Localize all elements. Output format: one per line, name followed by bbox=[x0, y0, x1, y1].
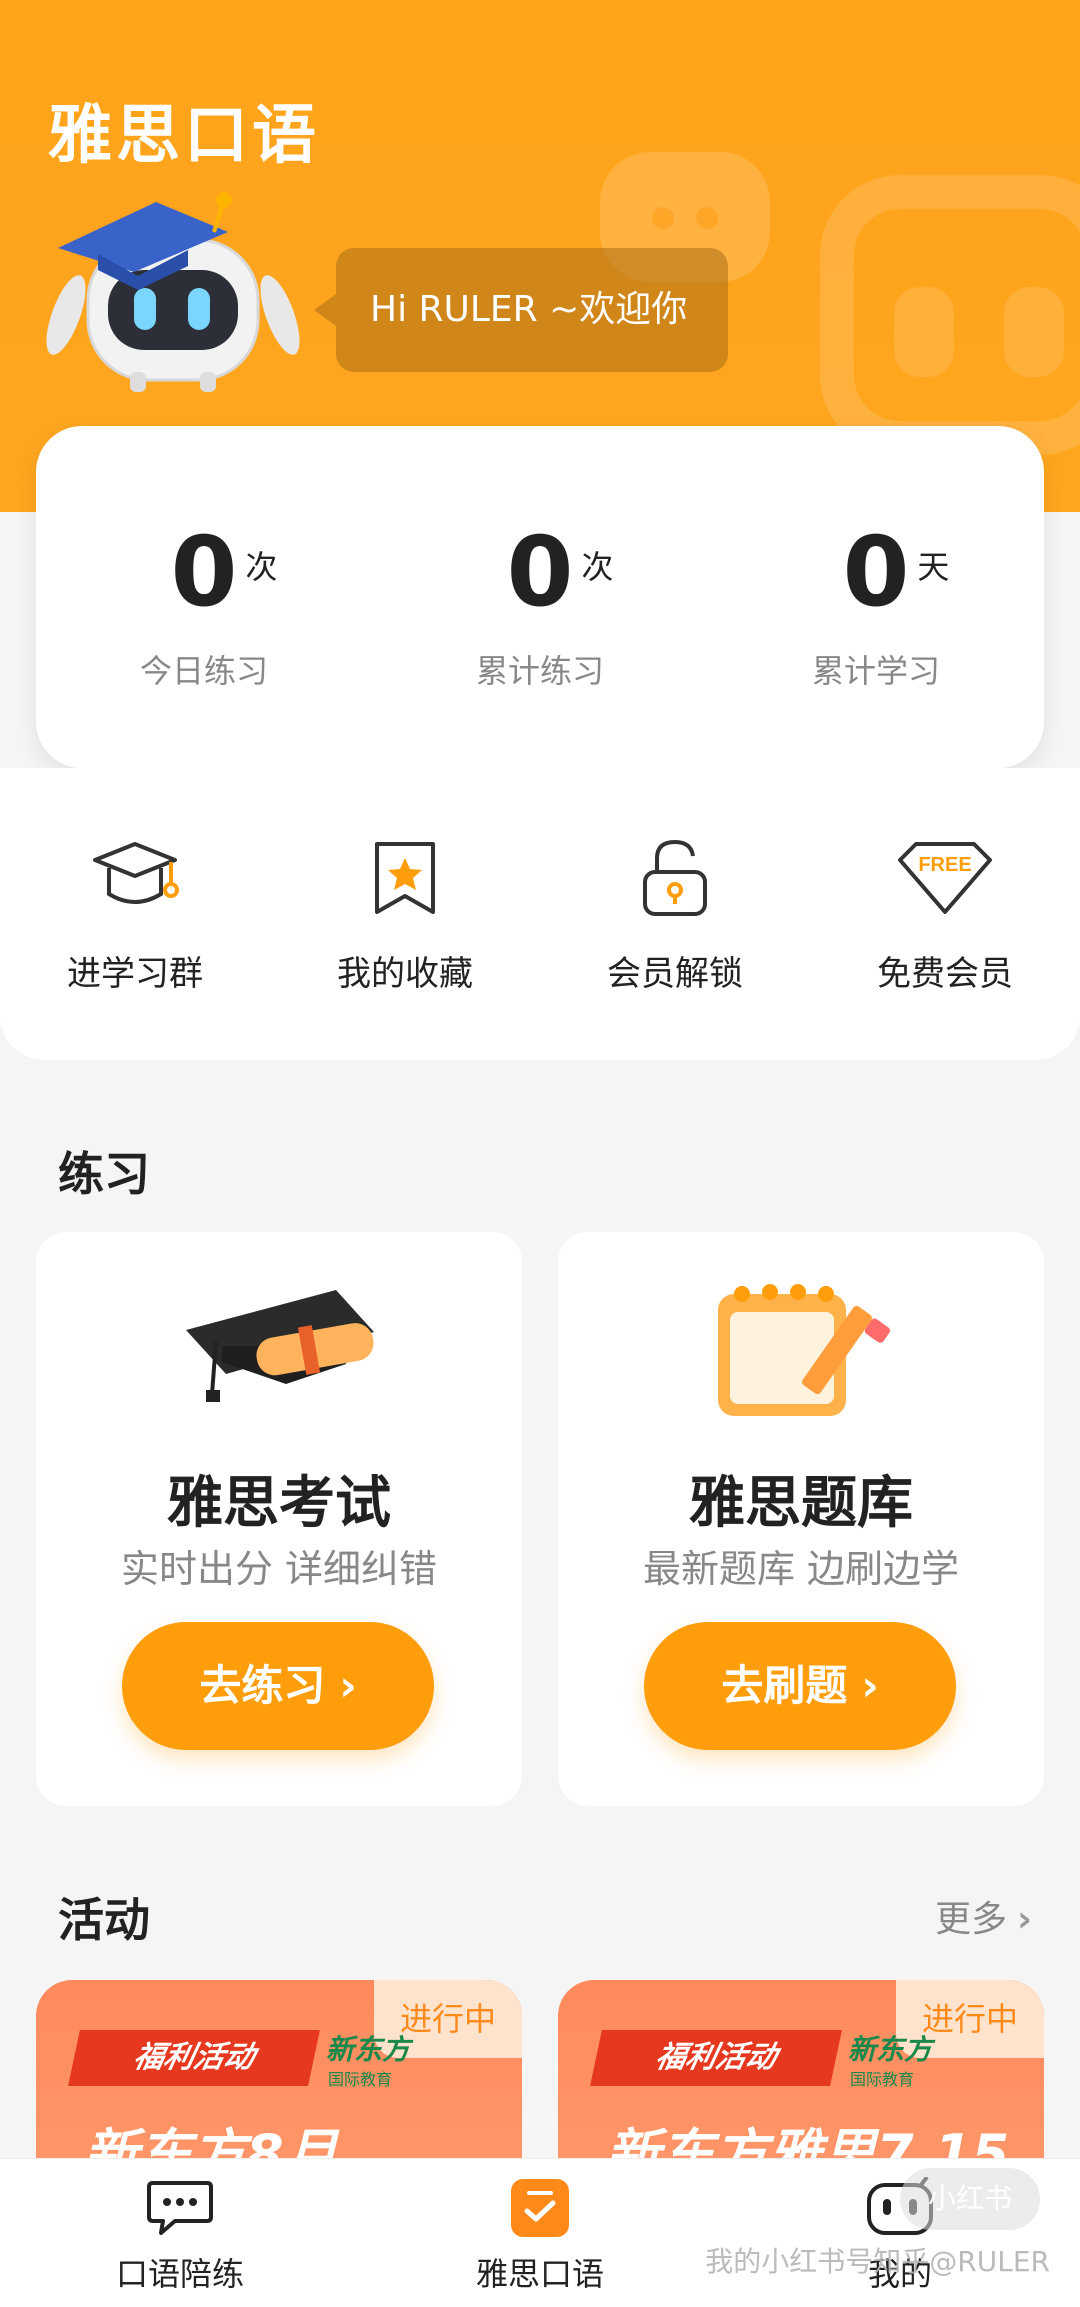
tab-ielts-speaking[interactable]: 雅思口语 bbox=[360, 2177, 720, 2295]
brand-subtitle: 国际教育 bbox=[328, 2070, 393, 2089]
stat-unit: 天 bbox=[917, 548, 950, 586]
quick-action-label: 我的收藏 bbox=[337, 954, 473, 994]
practice-card-subtitle: 最新题库 边刷边学 bbox=[642, 1547, 960, 1591]
stat-value: 0 bbox=[506, 516, 574, 628]
quick-action-free-member[interactable]: FREE 免费会员 bbox=[810, 838, 1080, 995]
quick-action-study-group[interactable]: 进学习群 bbox=[0, 838, 270, 995]
brand-subtitle: 国际教育 bbox=[850, 2070, 915, 2089]
quick-action-favorites[interactable]: 我的收藏 bbox=[270, 838, 540, 995]
watermark-text: 我的小红书号知乎@RULER bbox=[705, 2245, 1050, 2278]
chevron-right-icon: › bbox=[339, 1661, 357, 1710]
go-quiz-button[interactable]: 去刷题 › bbox=[644, 1622, 956, 1750]
check-doc-icon bbox=[511, 2179, 569, 2237]
quick-action-label: 会员解锁 bbox=[607, 954, 743, 994]
practice-section-title: 练习 bbox=[58, 1147, 150, 1201]
go-practice-button[interactable]: 去练习 › bbox=[122, 1622, 434, 1750]
quick-action-label: 免费会员 bbox=[877, 954, 1013, 994]
stat-unit: 次 bbox=[245, 548, 278, 586]
activity-tag: 福利活动 bbox=[68, 2030, 320, 2086]
tab-label: 口语陪练 bbox=[115, 2255, 244, 2293]
quick-action-unlock[interactable]: 会员解锁 bbox=[540, 838, 810, 995]
tab-speaking-practice[interactable]: 口语陪练 bbox=[0, 2177, 360, 2295]
stat-label: 累计学习 bbox=[811, 652, 940, 690]
stat-value: 0 bbox=[170, 516, 238, 628]
notepad-pencil-icon bbox=[718, 1284, 890, 1416]
bookmark-star-icon bbox=[375, 842, 435, 914]
stat-value: 0 bbox=[842, 516, 910, 628]
button-label: 去刷题 bbox=[721, 1661, 848, 1710]
more-label: 更多 bbox=[935, 1899, 1008, 1940]
stat-total-days: 0天 累计学习 bbox=[708, 522, 1044, 692]
chevron-right-icon: › bbox=[1017, 1899, 1032, 1940]
practice-card-ielts-exam[interactable]: 雅思考试 实时出分 详细纠错 去练习 › bbox=[36, 1232, 522, 1806]
robot-mascot-icon bbox=[46, 192, 300, 392]
greeting-bubble: Hi RULER ~欢迎你 bbox=[314, 248, 728, 372]
page-title: 雅思口语 bbox=[48, 99, 320, 173]
practice-card-ielts-bank[interactable]: 雅思题库 最新题库 边刷边学 去刷题 › bbox=[558, 1232, 1044, 1806]
activity-tag: 福利活动 bbox=[590, 2030, 842, 2086]
chevron-right-icon: › bbox=[861, 1661, 879, 1710]
brand-logo: 新东方 bbox=[848, 2033, 933, 2066]
stat-label: 累计练习 bbox=[475, 652, 604, 690]
graduation-cap-diploma-icon bbox=[186, 1290, 374, 1402]
quick-action-label: 进学习群 bbox=[67, 954, 203, 994]
stat-label: 今日练习 bbox=[139, 652, 268, 690]
robot-face-decoration bbox=[820, 175, 1080, 455]
stat-total-practice: 0次 累计练习 bbox=[372, 522, 708, 692]
practice-card-title: 雅思考试 bbox=[167, 1471, 391, 1536]
quick-actions-panel: 进学习群 我的收藏 会员解锁 FREE 免费会员 bbox=[0, 768, 1080, 1060]
stat-unit: 次 bbox=[581, 548, 614, 586]
stats-card: 0次 今日练习 0次 累计练习 0天 累计学习 bbox=[36, 426, 1044, 768]
stat-today: 0次 今日练习 bbox=[36, 522, 372, 692]
button-label: 去练习 bbox=[199, 1661, 326, 1710]
free-badge-text: FREE bbox=[918, 854, 971, 876]
free-diamond-icon: FREE bbox=[898, 842, 992, 914]
chat-bubble-icon bbox=[147, 2181, 213, 2235]
more-link[interactable]: 更多 › bbox=[935, 1890, 1032, 1942]
practice-card-title: 雅思题库 bbox=[689, 1471, 913, 1536]
activities-section-title: 活动 bbox=[58, 1893, 150, 1947]
graduation-cap-icon bbox=[93, 842, 179, 904]
brand-logo: 新东方 bbox=[326, 2033, 411, 2066]
tab-label: 雅思口语 bbox=[475, 2255, 604, 2293]
practice-card-subtitle: 实时出分 详细纠错 bbox=[120, 1547, 438, 1591]
unlock-icon bbox=[643, 839, 707, 916]
watermark-logo: 小红书 bbox=[900, 2168, 1040, 2230]
